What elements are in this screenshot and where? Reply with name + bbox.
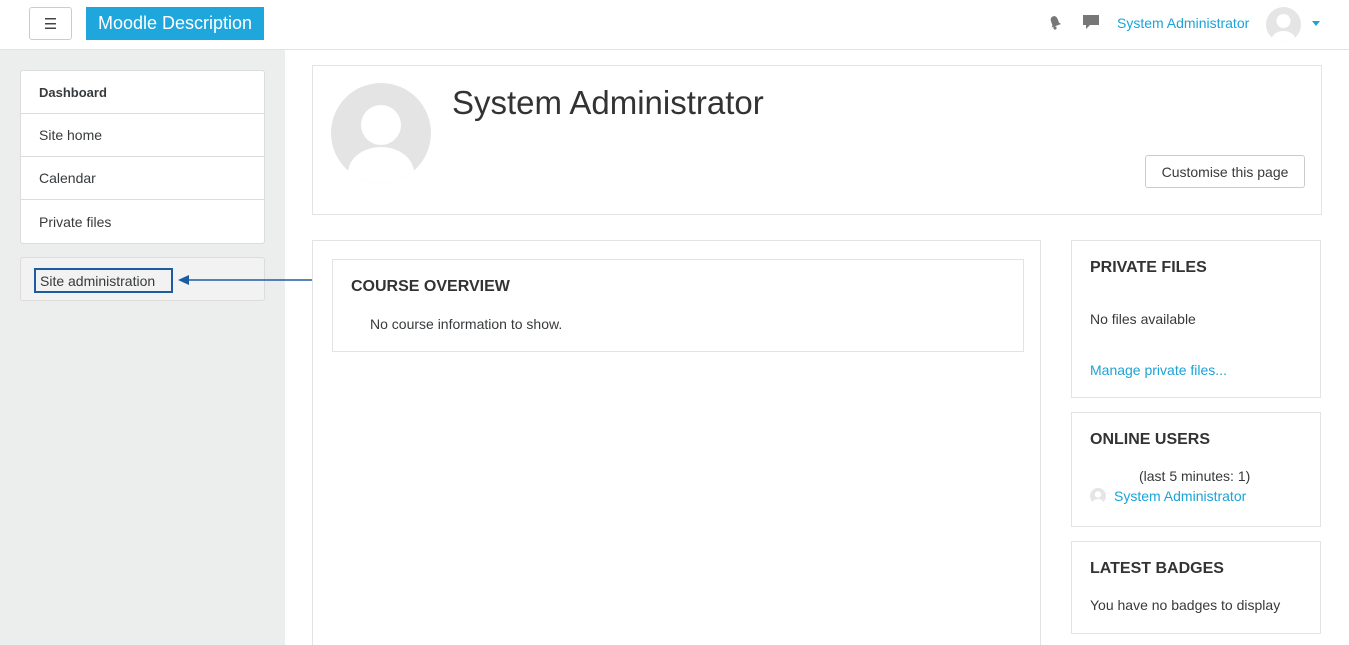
user-silhouette-icon: [1092, 491, 1104, 504]
page-header: System Administrator Customise this page: [312, 65, 1322, 215]
block-title: ONLINE USERS: [1090, 431, 1211, 448]
private-files-block: PRIVATE FILES No files available Manage …: [1071, 240, 1321, 398]
online-user-name[interactable]: System Administrator: [1114, 488, 1246, 504]
block-title: LATEST BADGES: [1090, 560, 1224, 577]
site-brand-link[interactable]: Moodle Description: [86, 7, 264, 40]
online-user-link[interactable]: System Administrator: [1090, 488, 1246, 504]
course-overview-block: COURSE OVERVIEW No course information to…: [332, 259, 1024, 352]
chevron-down-icon[interactable]: [1312, 21, 1320, 26]
block-title: PRIVATE FILES: [1090, 259, 1207, 276]
nav-item-calendar[interactable]: Calendar: [21, 157, 264, 200]
nav-item-site-home[interactable]: Site home: [21, 114, 264, 157]
user-avatar: [1090, 488, 1106, 504]
nav-drawer: Dashboard Site home Calendar Private fil…: [0, 50, 285, 645]
block-title: COURSE OVERVIEW: [351, 278, 510, 295]
latest-badges-message: You have no badges to display: [1090, 597, 1281, 613]
online-users-info: (last 5 minutes: 1): [1139, 468, 1251, 484]
user-silhouette-icon: [1271, 14, 1296, 42]
nav-item-dashboard[interactable]: Dashboard: [21, 71, 264, 114]
top-navbar: ☰ Moodle Description System Administrato…: [0, 0, 1349, 50]
page-title: System Administrator: [452, 84, 764, 121]
latest-badges-block: LATEST BADGES You have no badges to disp…: [1071, 541, 1321, 634]
nav-list: Dashboard Site home Calendar Private fil…: [20, 70, 265, 244]
annotation-arrow-icon: [178, 275, 322, 285]
user-avatar[interactable]: [1266, 7, 1301, 42]
course-overview-message: No course information to show.: [370, 316, 563, 332]
main-region: COURSE OVERVIEW No course information to…: [312, 240, 1041, 645]
messages-icon[interactable]: [1081, 12, 1101, 32]
menu-toggle-button[interactable]: ☰: [29, 7, 72, 40]
profile-picture: [331, 83, 431, 183]
manage-private-files-link[interactable]: Manage private files...: [1090, 362, 1227, 378]
user-silhouette-icon: [348, 105, 414, 183]
nav-item-private-files[interactable]: Private files: [21, 200, 264, 243]
private-files-message: No files available: [1090, 311, 1196, 327]
nav-item-site-administration[interactable]: Site administration: [34, 268, 173, 293]
customise-page-button[interactable]: Customise this page: [1145, 155, 1305, 188]
user-menu-name[interactable]: System Administrator: [1117, 15, 1249, 31]
online-users-block: ONLINE USERS (last 5 minutes: 1) System …: [1071, 412, 1321, 527]
notification-bell-icon[interactable]: [1045, 12, 1065, 32]
